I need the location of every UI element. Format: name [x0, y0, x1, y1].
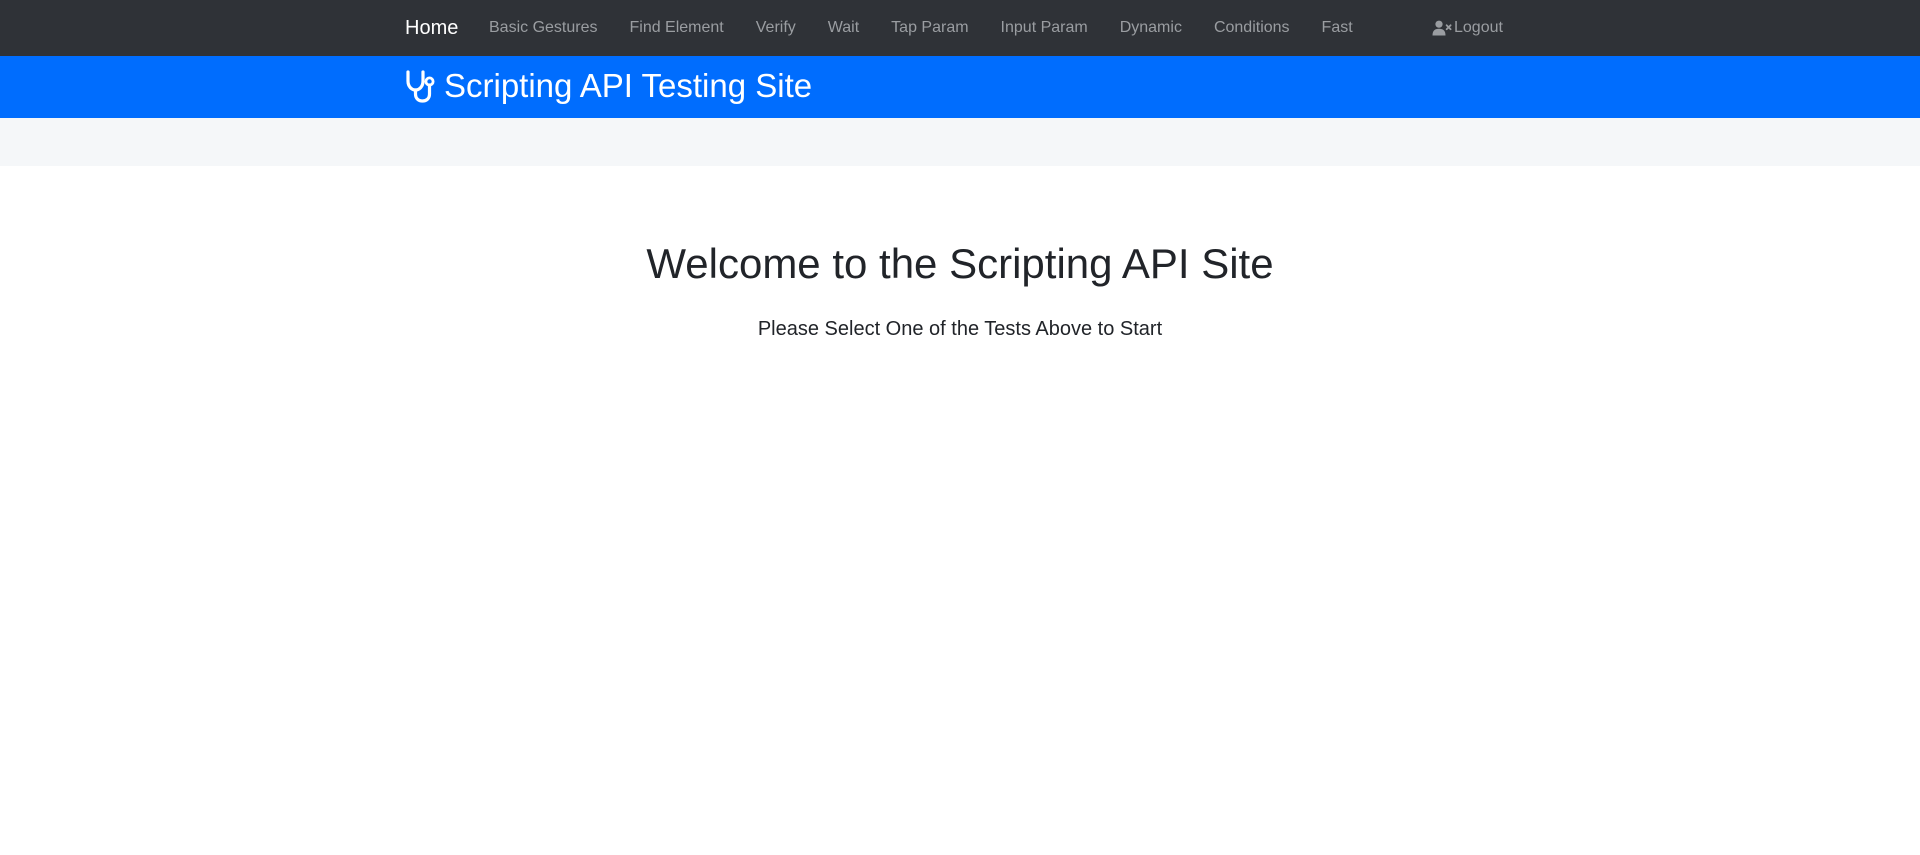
site-banner: Scripting API Testing Site — [0, 56, 1920, 118]
nav-link-conditions[interactable]: Conditions — [1198, 0, 1306, 56]
nav-link-dynamic[interactable]: Dynamic — [1104, 0, 1198, 56]
logout-button[interactable]: Logout — [1432, 0, 1503, 56]
nav-link-wait[interactable]: Wait — [812, 0, 875, 56]
nav-link-find-element[interactable]: Find Element — [613, 0, 739, 56]
nav-link-input-param[interactable]: Input Param — [985, 0, 1104, 56]
user-times-icon — [1432, 20, 1452, 36]
nav-home-link[interactable]: Home — [405, 15, 458, 41]
main-content: Welcome to the Scripting API Site Please… — [0, 166, 1920, 343]
nav-link-fast[interactable]: Fast — [1306, 0, 1369, 56]
nav-links: Basic Gestures Find Element Verify Wait Tap … — [473, 0, 1369, 56]
logout-label: Logout — [1454, 19, 1503, 36]
nav-link-verify[interactable]: Verify — [740, 0, 812, 56]
instructions-text: Please Select One of the Tests Above to … — [757, 318, 1163, 340]
site-title: Scripting API Testing Site — [444, 67, 813, 104]
top-navbar: Home Basic Gestures Find Element Verify Wai… — [0, 0, 1920, 56]
nav-link-tap-param[interactable]: Tap Param — [875, 0, 984, 56]
sub-header-bar — [0, 118, 1920, 166]
banner-content: Scripting API Testing Site — [404, 64, 812, 108]
nav-link-basic-gestures[interactable]: Basic Gestures — [473, 0, 613, 56]
stethoscope-icon — [404, 69, 438, 103]
welcome-heading: Welcome to the Scripting API Site — [646, 240, 1274, 287]
